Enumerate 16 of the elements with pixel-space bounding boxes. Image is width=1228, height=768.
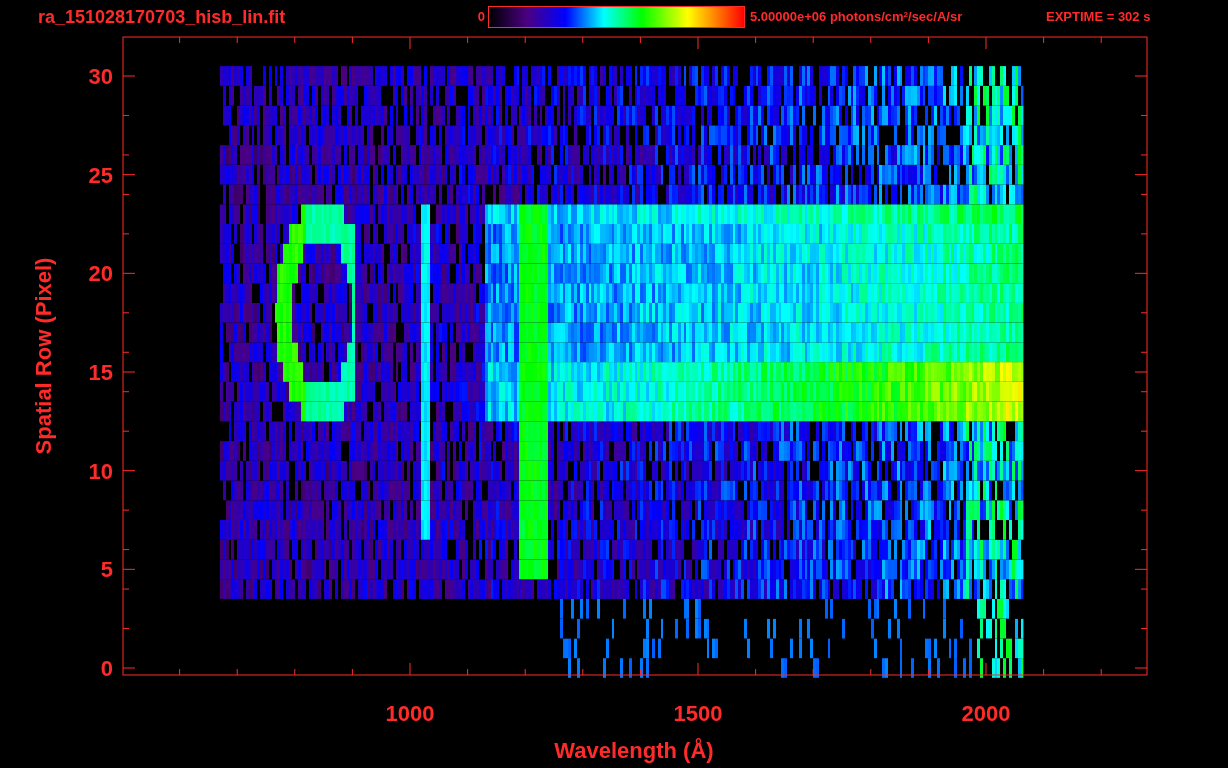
y-tick-label: 30 bbox=[88, 64, 113, 89]
y-tick-label: 10 bbox=[88, 458, 113, 484]
y-axis-title: Spatial Row (Pixel) bbox=[31, 257, 56, 455]
colorbar-max-label: 5.00000e+06 photons/cm$^{2}$/sec/A/sr bbox=[750, 8, 964, 27]
colorbar-min-label: 0 bbox=[476, 8, 485, 27]
x-tick-label: 1000 bbox=[385, 701, 435, 726]
y-tick-label: 20 bbox=[88, 261, 113, 287]
exposure-time: EXPTIME = 302 s bbox=[1046, 8, 1151, 27]
x-axis-title: Wavelength (Å) bbox=[554, 738, 714, 763]
y-tick-label: 5 bbox=[100, 557, 113, 583]
x-tick-label: 1500 bbox=[673, 701, 723, 726]
y-tick-label: 15 bbox=[88, 360, 113, 385]
y-tick-label: 0 bbox=[100, 656, 113, 681]
x-tick-label: 2000 bbox=[961, 701, 1011, 726]
y-tick-label: 25 bbox=[88, 162, 113, 188]
file-title: ra_151028170703_hisb_lin.fit bbox=[38, 5, 287, 29]
